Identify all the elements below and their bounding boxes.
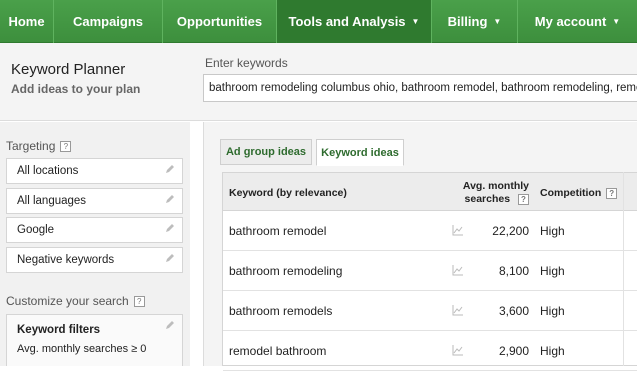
nav-opportunities[interactable]: Opportunities [163,0,277,43]
tab-keyword-ideas-label: Keyword ideas [321,146,399,159]
column-competition-label: Competition [540,187,602,199]
column-avg-monthly-searches[interactable]: Avg. monthly searches ? [453,180,529,206]
row-avg-searches: 22,200 [492,224,529,238]
table-row[interactable]: bathroom remodels 3,600 High [223,291,637,331]
column-separator [623,172,624,366]
trend-chart-icon[interactable] [452,224,464,236]
column-avg-line1: Avg. monthly [462,180,529,192]
row-competition: High [540,224,565,238]
row-keyword[interactable]: bathroom remodels [229,304,332,318]
pencil-icon[interactable] [165,320,175,330]
targeting-negative-keywords-label: Negative keywords [17,254,115,266]
pencil-icon[interactable] [165,194,175,204]
row-competition: High [540,304,565,318]
nav-tools-label: Tools and Analysis [288,14,406,29]
targeting-network-label: Google [17,224,55,236]
page-title: Keyword Planner [11,61,126,78]
keyword-table: Keyword (by relevance) Avg. monthly sear… [222,172,637,371]
results-area: Ad group ideas Keyword ideas Keyword (by… [204,122,637,371]
trend-chart-icon[interactable] [452,304,464,316]
row-avg-searches: 3,600 [498,304,529,318]
targeting-languages-label: All languages [17,195,87,207]
targeting-locations[interactable]: All locations [6,158,183,184]
row-competition: High [540,344,565,358]
pencil-icon[interactable] [165,253,175,263]
sidebar: Targeting ? All locations All languages … [0,122,190,366]
keywords-label: Enter keywords [205,56,288,70]
planner-header: Keyword Planner Add ideas to your plan E… [0,43,637,121]
row-keyword[interactable]: remodel bathroom [229,344,326,358]
nav-tools-and-analysis[interactable]: Tools and Analysis ▼ [277,0,432,43]
help-icon[interactable]: ? [133,295,145,307]
nav-billing-label: Billing [447,14,488,29]
keyword-filters-text: Avg. monthly searches ≥ 0 [17,343,147,355]
trend-chart-icon[interactable] [452,264,464,276]
targeting-network[interactable]: Google [6,217,183,243]
targeting-label: Targeting [6,139,56,153]
pencil-icon[interactable] [165,223,175,233]
chevron-down-icon: ▼ [411,17,420,26]
column-avg-line2-wrap: searches ? [453,193,529,206]
nav-campaigns-label: Campaigns [72,14,144,29]
table-header: Keyword (by relevance) Avg. monthly sear… [223,173,637,211]
column-avg-line2: searches [464,193,511,205]
nav-billing[interactable]: Billing ▼ [432,0,518,43]
help-icon[interactable]: ? [518,194,529,205]
tab-keyword-ideas[interactable]: Keyword ideas [316,139,404,166]
keyword-filters-box[interactable]: Keyword filters Avg. monthly searches ≥ … [6,314,183,366]
table-row[interactable]: bathroom remodeling 8,100 High [223,251,637,291]
nav-home[interactable]: Home [0,0,54,43]
table-row[interactable]: bathroom remodel 22,200 High [223,211,637,251]
customize-label: Customize your search [6,294,129,308]
targeting-negative-keywords[interactable]: Negative keywords [6,247,183,273]
chevron-down-icon: ▼ [493,17,502,26]
chevron-down-icon: ▼ [612,17,621,26]
row-keyword[interactable]: bathroom remodel [229,224,326,238]
trend-chart-icon[interactable] [452,344,464,356]
top-nav: Home Campaigns Opportunities Tools and A… [0,0,637,43]
row-avg-searches: 8,100 [498,264,529,278]
nav-my-account-label: My account [534,14,607,29]
row-competition: High [540,264,565,278]
table-row[interactable]: remodel bathroom 2,900 High [223,331,637,371]
tab-ad-group-ideas[interactable]: Ad group ideas [220,139,312,165]
page-subtitle: Add ideas to your plan [11,82,141,96]
nav-home-label: Home [8,14,45,29]
help-icon[interactable]: ? [60,140,72,152]
pencil-icon[interactable] [165,164,175,174]
nav-opportunities-label: Opportunities [176,14,263,29]
customize-heading: Customize your search ? [6,294,145,308]
tab-ad-group-ideas-label: Ad group ideas [225,146,307,158]
help-icon[interactable]: ? [606,187,618,199]
nav-campaigns[interactable]: Campaigns [54,0,163,43]
keywords-input[interactable]: bathroom remodeling columbus ohio, bathr… [203,74,637,102]
targeting-languages[interactable]: All languages [6,188,183,214]
targeting-locations-label: All locations [17,165,79,177]
keyword-filters-title: Keyword filters [17,324,101,336]
row-keyword[interactable]: bathroom remodeling [229,264,342,278]
column-keyword[interactable]: Keyword (by relevance) [229,187,347,199]
row-avg-searches: 2,900 [498,344,529,358]
nav-my-account[interactable]: My account ▼ [518,0,637,43]
column-competition[interactable]: Competition ? [540,187,618,199]
targeting-heading: Targeting ? [6,139,72,153]
